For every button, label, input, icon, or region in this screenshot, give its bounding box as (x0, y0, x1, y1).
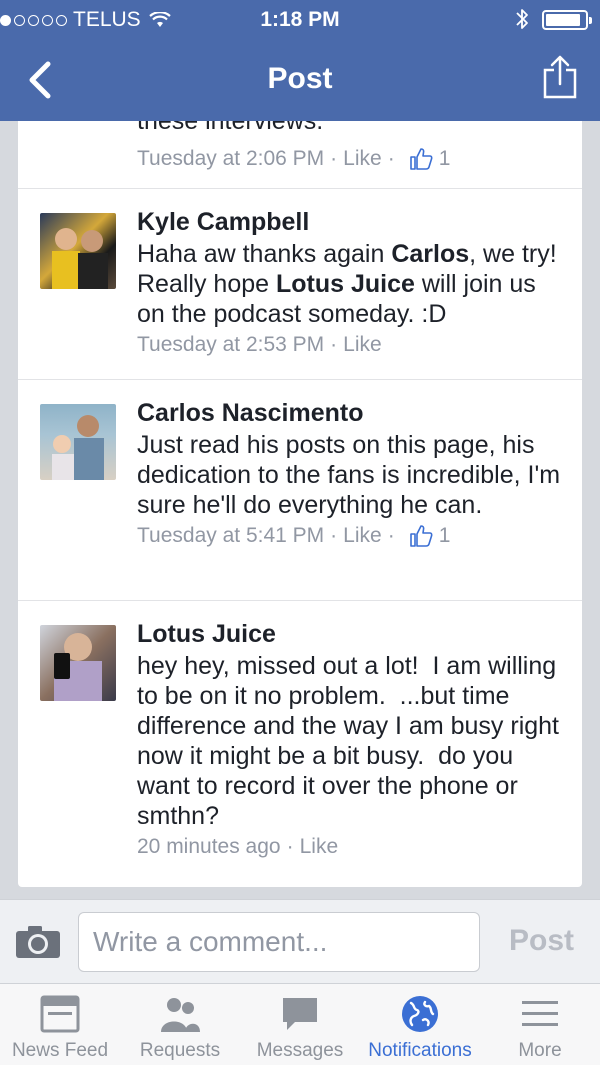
comment-meta: Tuesday at 2:53 PM · Like (137, 333, 382, 357)
tab-label: Notifications (368, 1040, 472, 1061)
bluetooth-icon (516, 9, 528, 29)
thumbs-up-icon (409, 148, 433, 170)
comment-text: these interviews. (137, 121, 324, 135)
tab-news-feed[interactable]: News Feed (0, 984, 120, 1065)
comment-meta: 20 minutes ago · Like (137, 835, 339, 859)
post-button[interactable]: Post (509, 924, 574, 958)
page-title: Post (267, 62, 333, 95)
like-count: 1 (438, 524, 451, 547)
tab-label: Requests (139, 1040, 221, 1061)
mention-carlos[interactable]: Carlos (391, 240, 469, 268)
battery-icon (542, 10, 592, 30)
tab-more[interactable]: More (480, 984, 600, 1065)
news-feed-icon (40, 995, 80, 1033)
comment-timestamp: Tuesday at 2:53 PM (137, 333, 325, 356)
comment-timestamp: 20 minutes ago (137, 835, 281, 858)
like-link[interactable]: Like (343, 333, 382, 357)
comment-text: hey hey, missed out a lot! I am willing … (137, 652, 566, 830)
tab-notifications[interactable]: Notifications (360, 984, 480, 1065)
comment-author[interactable]: Lotus Juice (137, 619, 564, 649)
like-link[interactable]: Like (343, 524, 382, 548)
avatar-kyle-campbell[interactable] (40, 213, 116, 289)
menu-icon (522, 1001, 558, 1026)
like-link[interactable]: Like (300, 835, 339, 859)
tab-messages[interactable]: Messages (240, 984, 360, 1065)
like-count: 1 (438, 147, 451, 170)
status-time: 1:18 PM (260, 8, 340, 31)
comment-input[interactable] (78, 912, 480, 972)
globe-icon (402, 996, 438, 1032)
comment-item: Carlos Nascimento Just read his posts on… (18, 379, 582, 600)
comment-composer: Post (0, 899, 600, 983)
avatar-lotus-juice[interactable] (40, 625, 116, 701)
tab-bar: News Feed Requests Messages Notification… (0, 983, 600, 1065)
tab-label: More (518, 1040, 562, 1061)
avatar-carlos-nascimento[interactable] (40, 404, 116, 480)
comment-timestamp: Tuesday at 2:06 PM (137, 147, 325, 170)
comment-item: Kyle Campbell Haha aw thanks again Carlo… (18, 188, 582, 379)
nav-bar: Post (0, 40, 600, 121)
comments-card: these interviews. Tuesday at 2:06 PM · L… (18, 121, 582, 887)
status-bar: TELUS 1:18 PM (0, 0, 600, 40)
tab-requests[interactable]: Requests (120, 984, 240, 1065)
mention-lotus-juice[interactable]: Lotus Juice (276, 270, 415, 298)
comment-author[interactable]: Kyle Campbell (137, 207, 564, 237)
tab-label: News Feed (11, 1040, 109, 1061)
comment-meta: Tuesday at 5:41 PM · Like · 1 (137, 524, 451, 548)
friend-requests-icon (161, 998, 200, 1032)
messages-icon (283, 998, 317, 1030)
share-icon[interactable] (542, 54, 578, 100)
comment-meta: Tuesday at 2:06 PM · Like · 1 (137, 147, 451, 171)
camera-icon[interactable] (14, 924, 62, 960)
comment-timestamp: Tuesday at 5:41 PM (137, 524, 325, 547)
comment-item: Lotus Juice hey hey, missed out a lot! I… (18, 600, 582, 887)
comment-text: Just read his posts on this page, his de… (137, 431, 568, 519)
tab-label: Messages (256, 1040, 344, 1061)
comment-text: Haha aw thanks again Carlos, we try! Rea… (137, 240, 564, 328)
comment-author[interactable]: Carlos Nascimento (137, 398, 564, 428)
like-link[interactable]: Like (343, 147, 382, 171)
thumbs-up-icon (409, 525, 433, 547)
comment-fragment: these interviews. Tuesday at 2:06 PM · L… (18, 121, 582, 188)
top-bar: TELUS 1:18 PM Post (0, 0, 600, 121)
